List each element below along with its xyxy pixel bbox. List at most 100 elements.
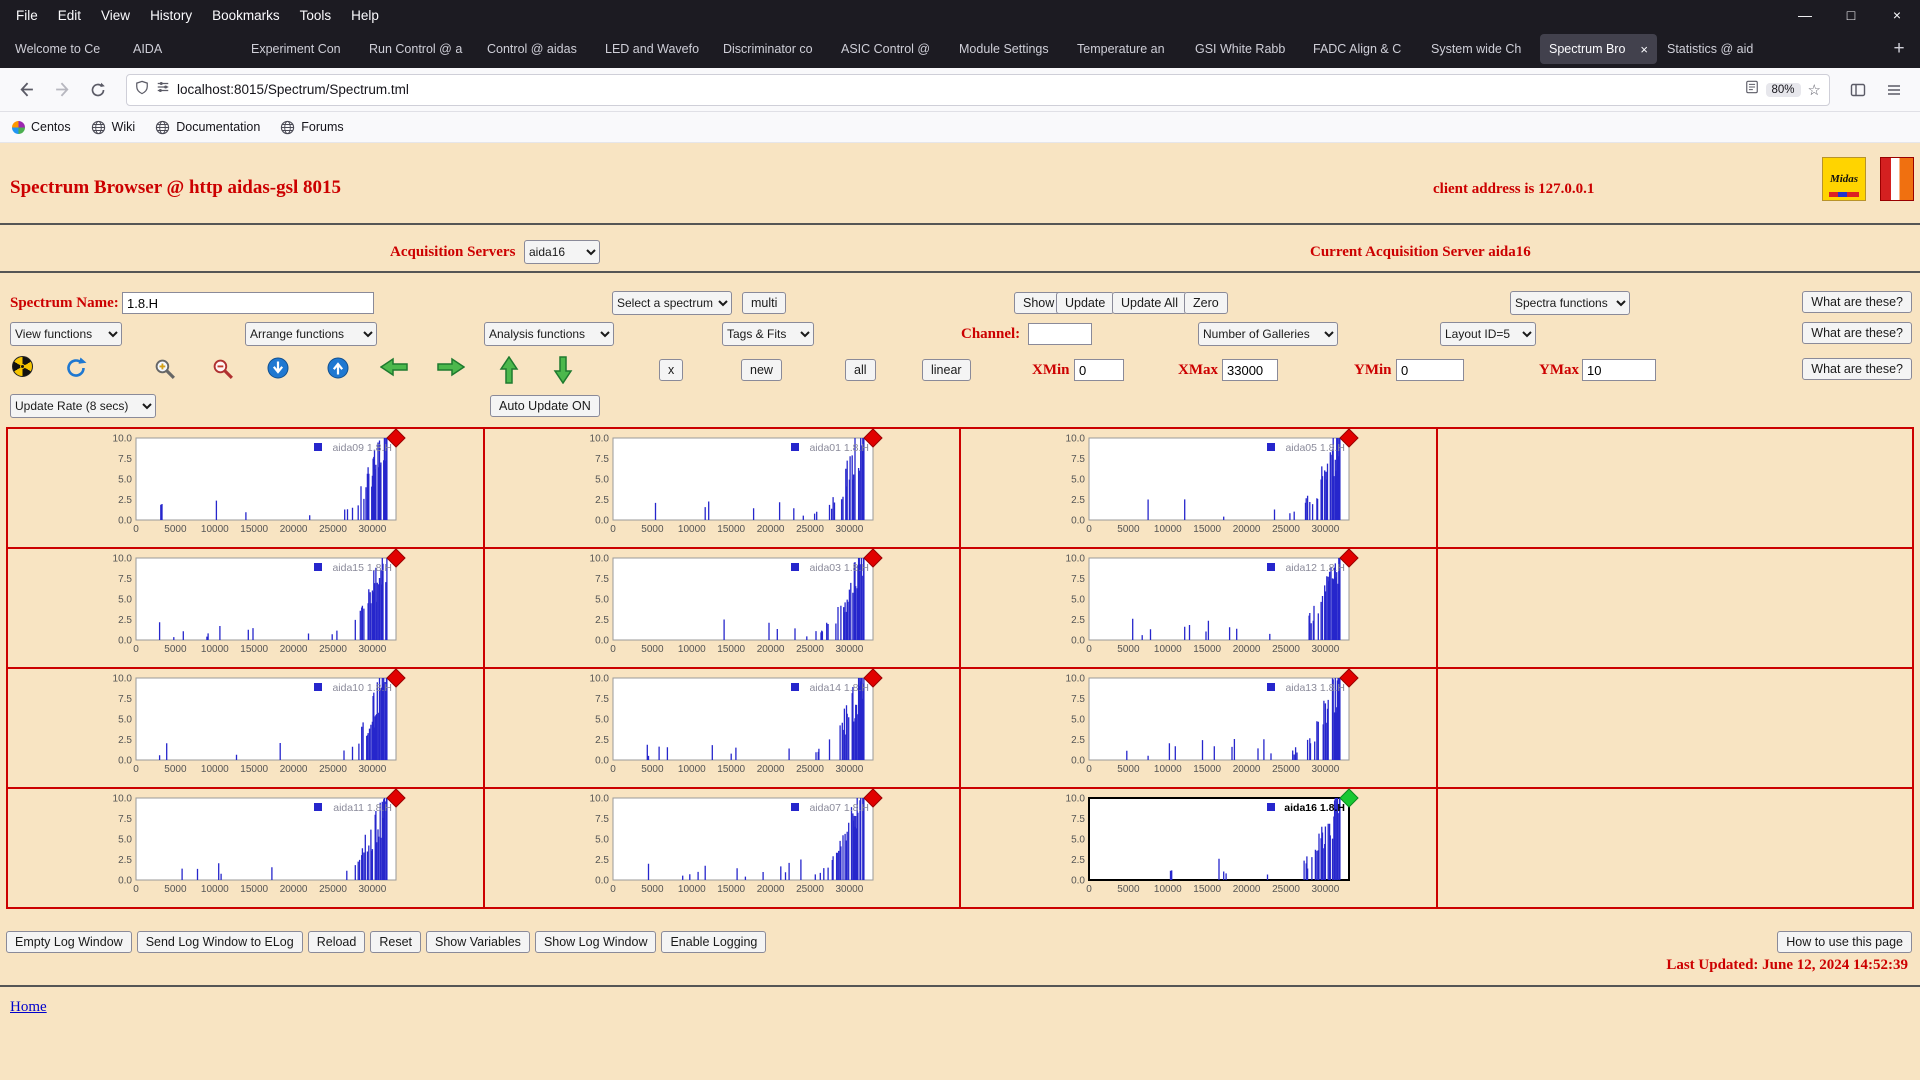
gallery-cell-aida09[interactable]: 0 5000 10000 15000 20000 25000 30000 10.0 7.5 5.0…: [7, 428, 484, 548]
gallery-cell-aida07[interactable]: 0 5000 10000 15000 20000 25000 30000 10.0 7.5 5.0…: [483, 788, 960, 908]
navigate-down-icon[interactable]: [266, 356, 290, 380]
arrow-right-icon[interactable]: [437, 356, 465, 378]
tab-14[interactable]: Spectrum Bro ×: [1540, 34, 1657, 64]
radiation-icon[interactable]: [12, 356, 33, 377]
spectra-functions-dropdown[interactable]: Spectra functions: [1510, 291, 1630, 315]
tab-3[interactable]: Experiment Con: [242, 34, 359, 64]
gallery-cell-aida01[interactable]: 0 5000 10000 15000 20000 25000 30000 10.0 7.5 5.0…: [483, 428, 960, 548]
x-button[interactable]: x: [659, 359, 684, 381]
midas-logo[interactable]: Midas: [1822, 157, 1866, 201]
how-to-use-button[interactable]: How to use this page: [1777, 931, 1912, 953]
number-of-galleries-dropdown[interactable]: Number of Galleries: [1198, 322, 1338, 346]
tab-13[interactable]: System wide Ch: [1422, 34, 1539, 64]
send-log-window-to-elog-button[interactable]: Send Log Window to ELog: [136, 931, 303, 953]
spectrum-chart-aida07[interactable]: 0 5000 10000 15000 20000 25000 30000 10.0 7.5 5.0…: [573, 788, 885, 906]
spectrum-name-input[interactable]: [122, 292, 374, 314]
menu-file[interactable]: File: [6, 0, 48, 30]
update-button[interactable]: Update: [1056, 292, 1115, 314]
url-bar[interactable]: localhost:8015/Spectrum/Spectrum.tml 80%…: [126, 73, 1830, 106]
xmax-input[interactable]: [1222, 359, 1278, 381]
tab-5[interactable]: Control @ aidas: [478, 34, 595, 64]
menu-view[interactable]: View: [91, 0, 140, 30]
show-variables-button[interactable]: Show Variables: [426, 931, 530, 953]
reload-button[interactable]: Reload: [307, 931, 366, 953]
reset-button[interactable]: Reset: [370, 931, 421, 953]
xmin-input[interactable]: [1074, 359, 1124, 381]
analysis-functions-dropdown[interactable]: Analysis functions: [484, 322, 614, 346]
gallery-cell-aida16[interactable]: 0 5000 10000 15000 20000 25000 30000 10.0 7.5 5.0…: [960, 788, 1437, 908]
spectrum-chart-aida11[interactable]: 0 5000 10000 15000 20000 25000 30000 10.0 7.5 5.0…: [96, 788, 408, 906]
tags-fits-dropdown[interactable]: Tags & Fits: [722, 322, 814, 346]
menu-bookmarks[interactable]: Bookmarks: [202, 0, 290, 30]
all-button[interactable]: all: [845, 359, 876, 381]
multi-button[interactable]: multi: [742, 292, 787, 314]
arrow-left-icon[interactable]: [380, 356, 408, 378]
update-all-button[interactable]: Update All: [1112, 292, 1187, 314]
back-button[interactable]: [10, 75, 42, 105]
reader-mode-icon[interactable]: [1745, 80, 1759, 99]
zoom-level-badge[interactable]: 80%: [1765, 82, 1801, 97]
gallery-cell-aida03[interactable]: 0 5000 10000 15000 20000 25000 30000 10.0 7.5 5.0…: [483, 548, 960, 668]
linear-button[interactable]: linear: [922, 359, 971, 381]
menu-tools[interactable]: Tools: [290, 0, 342, 30]
spectrum-chart-aida15[interactable]: 0 5000 10000 15000 20000 25000 30000 10.0 7.5 5.0…: [96, 548, 408, 666]
home-link[interactable]: Home: [10, 999, 47, 1016]
spectrum-chart-aida13[interactable]: 0 5000 10000 15000 20000 25000 30000 10.0 7.5 5.0…: [1049, 668, 1361, 786]
arrange-functions-dropdown[interactable]: Arrange functions: [245, 322, 377, 346]
gallery-cell-aida13[interactable]: 0 5000 10000 15000 20000 25000 30000 10.0 7.5 5.0…: [960, 668, 1437, 788]
bookmark-forums[interactable]: Forums: [280, 120, 344, 135]
close-button[interactable]: ×: [1874, 7, 1920, 23]
what-are-these-button-3[interactable]: What are these?: [1802, 358, 1912, 380]
spectrum-chart-aida03[interactable]: 0 5000 10000 15000 20000 25000 30000 10.0 7.5 5.0…: [573, 548, 885, 666]
update-rate-dropdown[interactable]: Update Rate (8 secs): [10, 394, 156, 418]
refresh-icon[interactable]: [64, 356, 88, 380]
tab-2[interactable]: AIDA: [124, 34, 241, 64]
tracking-protection-icon[interactable]: [135, 80, 149, 100]
show-log-window-button[interactable]: Show Log Window: [534, 931, 657, 953]
zero-button[interactable]: Zero: [1184, 292, 1228, 314]
gallery-cell-aida12[interactable]: 0 5000 10000 15000 20000 25000 30000 10.0 7.5 5.0…: [960, 548, 1437, 668]
tab-8[interactable]: ASIC Control @: [832, 34, 949, 64]
gallery-cell-aida14[interactable]: 0 5000 10000 15000 20000 25000 30000 10.0 7.5 5.0…: [483, 668, 960, 788]
minimize-button[interactable]: —: [1782, 7, 1828, 23]
gallery-cell-aida11[interactable]: 0 5000 10000 15000 20000 25000 30000 10.0 7.5 5.0…: [7, 788, 484, 908]
tab-11[interactable]: GSI White Rabb: [1186, 34, 1303, 64]
spectrum-chart-aida01[interactable]: 0 5000 10000 15000 20000 25000 30000 10.0 7.5 5.0…: [573, 428, 885, 546]
zoom-out-icon[interactable]: [210, 356, 235, 381]
spectrum-chart-aida16[interactable]: 0 5000 10000 15000 20000 25000 30000 10.0 7.5 5.0…: [1049, 788, 1361, 906]
zoom-in-icon[interactable]: [152, 356, 177, 381]
url-text[interactable]: localhost:8015/Spectrum/Spectrum.tml: [177, 82, 1738, 97]
tab-1[interactable]: Welcome to Ce: [6, 34, 123, 64]
ymax-input[interactable]: [1582, 359, 1656, 381]
tab-6[interactable]: LED and Wavefo: [596, 34, 713, 64]
tab-4[interactable]: Run Control @ a: [360, 34, 477, 64]
ymin-input[interactable]: [1396, 359, 1464, 381]
tab-9[interactable]: Module Settings: [950, 34, 1067, 64]
arrow-up-icon[interactable]: [498, 356, 520, 384]
spectrum-chart-aida05[interactable]: 0 5000 10000 15000 20000 25000 30000 10.0 7.5 5.0…: [1049, 428, 1361, 546]
tab-10[interactable]: Temperature an: [1068, 34, 1185, 64]
layout-id-dropdown[interactable]: Layout ID=5: [1440, 322, 1536, 346]
maximize-button[interactable]: □: [1828, 7, 1874, 23]
new-tab-button[interactable]: +: [1884, 34, 1914, 64]
tab-12[interactable]: FADC Align & C: [1304, 34, 1421, 64]
bookmark-documentation[interactable]: Documentation: [155, 120, 260, 135]
bookmark-centos[interactable]: Centos: [12, 120, 71, 134]
bookmark-wiki[interactable]: Wiki: [91, 120, 135, 135]
menu-history[interactable]: History: [140, 0, 202, 30]
reload-button[interactable]: [82, 75, 114, 105]
new-button[interactable]: new: [741, 359, 782, 381]
auto-update-button[interactable]: Auto Update ON: [490, 395, 600, 417]
gallery-cell-aida10[interactable]: 0 5000 10000 15000 20000 25000 30000 10.0 7.5 5.0…: [7, 668, 484, 788]
channel-input[interactable]: [1028, 323, 1092, 345]
what-are-these-button-2[interactable]: What are these?: [1802, 322, 1912, 344]
site-permissions-icon[interactable]: [156, 80, 170, 99]
spectrum-chart-aida09[interactable]: 0 5000 10000 15000 20000 25000 30000 10.0 7.5 5.0…: [96, 428, 408, 546]
spectrum-chart-aida10[interactable]: 0 5000 10000 15000 20000 25000 30000 10.0 7.5 5.0…: [96, 668, 408, 786]
spectrum-chart-aida12[interactable]: 0 5000 10000 15000 20000 25000 30000 10.0 7.5 5.0…: [1049, 548, 1361, 666]
navigate-up-icon[interactable]: [326, 356, 350, 380]
tab-15[interactable]: Statistics @ aid: [1658, 34, 1775, 64]
enable-logging-button[interactable]: Enable Logging: [661, 931, 767, 953]
menu-edit[interactable]: Edit: [48, 0, 91, 30]
empty-log-window-button[interactable]: Empty Log Window: [6, 931, 132, 953]
